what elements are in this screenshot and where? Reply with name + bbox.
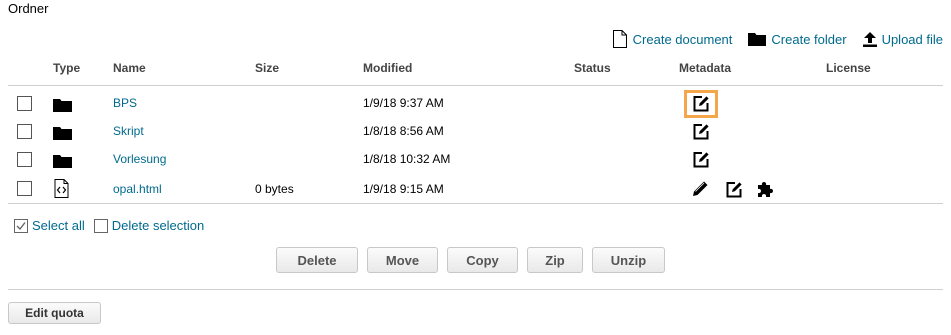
row-checkbox[interactable] [17, 124, 32, 139]
create-document-button[interactable]: Create document [612, 30, 733, 48]
document-icon [612, 30, 627, 48]
footer-divider [8, 289, 943, 290]
modified-date: 1/9/18 9:37 AM [363, 96, 444, 110]
modified-date: 1/9/18 9:15 AM [363, 182, 444, 196]
folder-title: Ordner [8, 1, 49, 16]
column-header-size: Size [255, 61, 280, 75]
upload-file-label: Upload file [881, 31, 943, 47]
edit-metadata-icon[interactable] [693, 123, 710, 140]
create-folder-button[interactable]: Create folder [748, 31, 847, 47]
folder-icon [53, 155, 72, 168]
unzip-button[interactable]: Unzip [592, 247, 665, 273]
folder-icon [53, 127, 72, 140]
selection-controls: Select all Delete selection [14, 218, 204, 233]
table-row: Skript 1/8/18 8:56 AM [8, 118, 943, 146]
column-header-metadata: Metadata [679, 61, 732, 75]
checkbox-icon [93, 218, 108, 233]
checked-checkbox-icon [14, 218, 28, 233]
table-row: Vorlesung 1/8/18 10:32 AM [8, 146, 943, 174]
file-size: 0 bytes [255, 182, 294, 196]
modified-date: 1/8/18 8:56 AM [363, 124, 444, 138]
copy-button[interactable]: Copy [447, 247, 518, 273]
file-name-link[interactable]: Vorlesung [113, 152, 166, 166]
file-name-link[interactable]: BPS [113, 96, 137, 110]
delete-button[interactable]: Delete [276, 247, 358, 273]
create-folder-label: Create folder [771, 31, 847, 47]
zip-button[interactable]: Zip [527, 247, 583, 273]
delete-selection-label: Delete selection [111, 218, 205, 233]
move-button[interactable]: Move [367, 247, 438, 273]
pencil-icon[interactable] [692, 180, 709, 197]
table-row: opal.html 0 bytes 1/9/18 9:15 AM [8, 174, 943, 202]
column-header-modified: Modified [363, 61, 413, 75]
create-document-label: Create document [632, 31, 733, 47]
column-header-license: License [826, 61, 871, 75]
action-buttons: Delete Move Copy Zip Unzip [276, 247, 674, 273]
folder-icon [748, 33, 767, 46]
folder-icon [53, 99, 72, 112]
upload-icon [862, 31, 877, 47]
file-name-link[interactable]: Skript [113, 124, 144, 138]
column-header-status: Status [574, 61, 611, 75]
row-checkbox[interactable] [17, 152, 32, 167]
table-row: BPS 1/9/18 9:37 AM [8, 90, 943, 118]
puzzle-icon[interactable] [756, 179, 776, 199]
modified-date: 1/8/18 10:32 AM [363, 152, 451, 166]
delete-selection-control[interactable]: Delete selection [93, 218, 205, 233]
select-all-label: Select all [32, 218, 85, 233]
row-checkbox[interactable] [17, 181, 32, 196]
code-file-icon [54, 179, 69, 198]
edit-metadata-icon[interactable] [693, 95, 710, 112]
edit-metadata-icon[interactable] [693, 151, 710, 168]
upload-file-button[interactable]: Upload file [862, 31, 943, 47]
table-bottom-divider [8, 203, 943, 204]
header-divider [8, 85, 943, 86]
column-header-type: Type [53, 61, 81, 75]
row-checkbox[interactable] [17, 96, 32, 111]
file-name-link[interactable]: opal.html [113, 182, 162, 196]
edit-quota-button[interactable]: Edit quota [8, 302, 101, 324]
select-all-control[interactable]: Select all [14, 218, 85, 233]
column-header-name: Name [113, 61, 146, 75]
edit-metadata-icon[interactable] [726, 181, 743, 198]
toolbar: Create document Create folder Upload fil… [596, 30, 943, 48]
